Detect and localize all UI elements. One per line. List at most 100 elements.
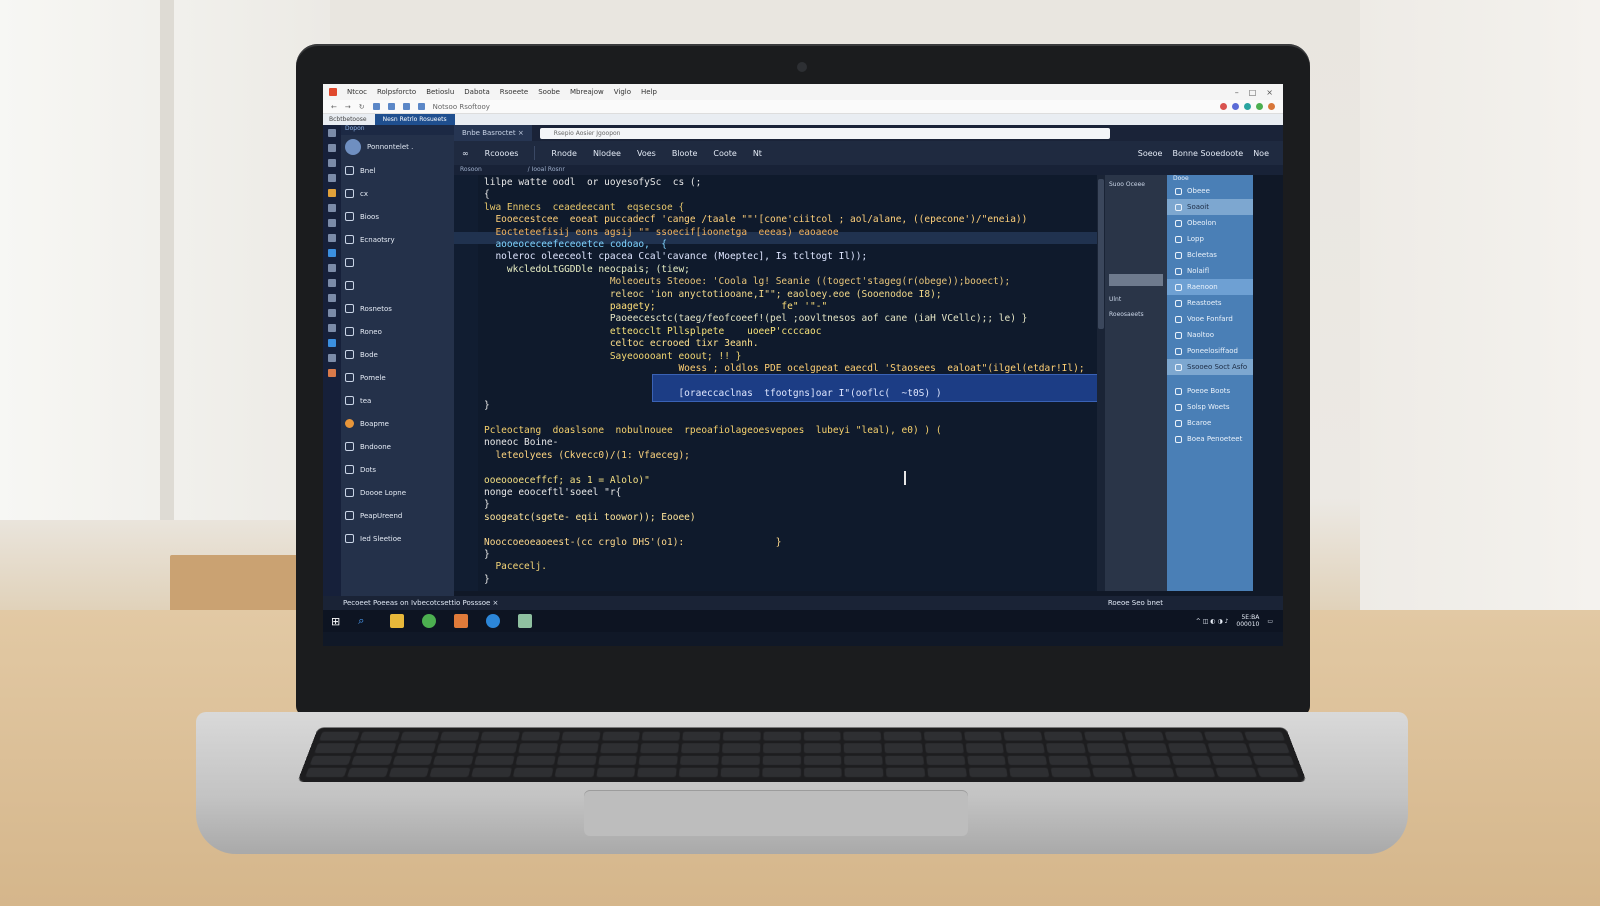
- sidebar-item[interactable]: Bode: [341, 343, 454, 366]
- code-line[interactable]: aooeoceceefeceoetce codoao, {: [484, 239, 667, 251]
- search-icon[interactable]: [328, 159, 336, 167]
- code-line[interactable]: {: [484, 189, 490, 201]
- right-panel-item[interactable]: Bcaroe: [1167, 415, 1253, 431]
- extension-icon[interactable]: [1244, 103, 1251, 110]
- menu-item[interactable]: Rolpsforcto: [377, 88, 416, 96]
- edge-icon[interactable]: [486, 614, 501, 628]
- infinity-icon[interactable]: ∞: [462, 149, 469, 158]
- code-line[interactable]: [oraeccaclnas tfootgns]oar I"(ooflc( ~t0…: [484, 388, 941, 400]
- minimize-icon[interactable]: –: [1235, 88, 1239, 97]
- right-panel-item[interactable]: Boea Penoeteet: [1167, 431, 1253, 447]
- menu-item[interactable]: Betioslu: [426, 88, 454, 96]
- back-icon[interactable]: ←: [331, 103, 337, 111]
- code-line[interactable]: wkcledoLtGGDDle neocpais; (tiew;: [484, 264, 690, 276]
- code-line[interactable]: etteocclt Pllsplpete uoeeP'ccccaoc: [484, 326, 822, 338]
- search-input[interactable]: Rsepio Aosier Jgoopon: [539, 127, 1110, 139]
- sidebar-item[interactable]: Rosnetos: [341, 297, 454, 320]
- sidebar-item[interactable]: Doooe Lopne: [341, 481, 454, 504]
- reload-icon[interactable]: ↻: [359, 103, 365, 111]
- toolbar-item[interactable]: Coote: [713, 149, 736, 158]
- menu-item[interactable]: Ntcoc: [347, 88, 367, 96]
- bookmark-icon[interactable]: [387, 103, 395, 110]
- bookmark-icon[interactable]: [372, 103, 380, 110]
- right-panel-item[interactable]: Poneelosiffaod: [1167, 343, 1253, 359]
- toolbar-item[interactable]: Voes: [637, 149, 656, 158]
- close-icon[interactable]: ×: [1266, 88, 1273, 97]
- code-line[interactable]: nonge eooceftl'soeel "r{: [484, 487, 621, 499]
- debug-icon[interactable]: [328, 204, 336, 212]
- code-line[interactable]: soogeatc(sgete- eqii toowor)); Eooee): [484, 512, 696, 524]
- app-label[interactable]: Rcoooes: [485, 149, 519, 158]
- start-icon[interactable]: ⊞: [331, 615, 340, 628]
- sidebar-item[interactable]: Boapme: [341, 412, 454, 435]
- code-line[interactable]: leteolyees (Ckvecc0)/(1: Vfaeceg);: [484, 450, 689, 462]
- extensions-icon[interactable]: [328, 219, 336, 227]
- code-line[interactable]: Eocteteefisij eons agsij "" ssoecif[ioon…: [484, 227, 838, 239]
- photos-icon[interactable]: [454, 614, 469, 628]
- toolbar-item[interactable]: Soeoe: [1138, 149, 1163, 158]
- sidebar-item[interactable]: Pomele: [341, 366, 454, 389]
- menu-item[interactable]: Mbreajow: [570, 88, 604, 96]
- image-icon[interactable]: [328, 369, 336, 377]
- extension-icon[interactable]: [1220, 103, 1227, 110]
- code-line[interactable]: Nooccoeoeaoeest-(cc crglo DHS'(o1): }: [484, 537, 781, 549]
- clock[interactable]: 5E:BA 000010: [1236, 614, 1259, 628]
- toolbar-item[interactable]: Bloote: [672, 149, 698, 158]
- bell-icon[interactable]: [328, 294, 336, 302]
- code-line[interactable]: }: [484, 400, 490, 412]
- tray-icons[interactable]: ^ ◫ ◐ ◑ ♪: [1196, 618, 1229, 625]
- right-panel-item[interactable]: Ssooeo Soct Asfo: [1167, 359, 1253, 375]
- chrome-icon[interactable]: [422, 614, 437, 628]
- sidebar-item[interactable]: PeapUreend: [341, 504, 454, 527]
- right-panel-item[interactable]: Nolaifl: [1167, 263, 1253, 279]
- code-line[interactable]: Pacecelj.: [484, 561, 546, 573]
- toolbar-item[interactable]: Rnode: [551, 149, 577, 158]
- code-line[interactable]: Paoeecesctc(taeg/feofcoeef!(pel ;oovltne…: [484, 313, 1028, 325]
- profile-avatar[interactable]: [1268, 103, 1275, 110]
- address-text[interactable]: Notsoo Rsoftooy: [433, 103, 490, 111]
- menu-item[interactable]: Rsoeete: [500, 88, 528, 96]
- file-explorer-icon[interactable]: [390, 614, 405, 628]
- sidebar-item[interactable]: Bndoone: [341, 435, 454, 458]
- right-panel-item[interactable]: Bcleetas: [1167, 247, 1253, 263]
- code-line[interactable]: }: [484, 499, 490, 511]
- code-line[interactable]: Pcleoctang doaslsone nobulnouee rpeoafio…: [484, 425, 942, 437]
- cloud-icon[interactable]: [328, 309, 336, 317]
- code-line[interactable]: celtoc ecrooed tixr 3eanh.: [484, 338, 759, 350]
- code-line[interactable]: Moleoeuts Steooe: 'Coola lg! Seanie ((to…: [484, 276, 1010, 288]
- sidebar-item[interactable]: Roneo: [341, 320, 454, 343]
- sidebar-item[interactable]: tea: [341, 389, 454, 412]
- right-panel-item[interactable]: Vooe Fonfard: [1167, 311, 1253, 327]
- menu-item[interactable]: Viglo: [614, 88, 631, 96]
- breadcrumb-item[interactable]: Rosoon: [460, 166, 482, 173]
- code-editor[interactable]: lilpe watte oodl or uoyesofySc cs (;{lwa…: [454, 175, 1105, 591]
- explorer-icon[interactable]: [328, 129, 336, 137]
- code-line[interactable]: noneoc Boine-: [484, 437, 558, 449]
- toolbar-item[interactable]: Nt: [753, 149, 762, 158]
- toolbar-item[interactable]: Bonne Sooedoote: [1172, 149, 1243, 158]
- toolbar-item[interactable]: Nlodee: [593, 149, 621, 158]
- pin-icon[interactable]: [328, 339, 336, 347]
- menu-item[interactable]: Soobe: [538, 88, 560, 96]
- right-panel-item[interactable]: Obeolon: [1167, 215, 1253, 231]
- terminal-icon[interactable]: [328, 264, 336, 272]
- status-left[interactable]: Pecoeet Poeeas on Ivbecotcsettio Posssoe…: [343, 599, 498, 607]
- breadcrumb-item[interactable]: / Iooal Rosnr: [528, 166, 565, 173]
- sidebar-item[interactable]: [341, 251, 454, 274]
- outline-item[interactable]: Ulnt: [1105, 286, 1167, 303]
- sidebar-item[interactable]: cx: [341, 182, 454, 205]
- code-line[interactable]: noleroc oleeceolt cpacea Ccal'cavance (M…: [484, 251, 867, 263]
- sidebar-item[interactable]: Bnel: [341, 159, 454, 182]
- right-panel-item[interactable]: Solsp Woets: [1167, 399, 1253, 415]
- code-line[interactable]: paagety; fe" '"-": [484, 301, 827, 313]
- active-view-icon[interactable]: [328, 249, 336, 257]
- account-icon[interactable]: [328, 279, 336, 287]
- editor-tab-active[interactable]: Bnbe Basroctet ×: [454, 125, 532, 141]
- notification-icon[interactable]: ▭: [1267, 618, 1273, 625]
- right-panel-item[interactable]: Poeoe Boots: [1167, 383, 1253, 399]
- forward-icon[interactable]: →: [345, 103, 351, 111]
- maximize-icon[interactable]: □: [1249, 88, 1257, 97]
- editor-scrollbar[interactable]: [1097, 175, 1105, 591]
- search-icon[interactable]: ⌕: [358, 614, 372, 628]
- right-panel-item[interactable]: Naoltoo: [1167, 327, 1253, 343]
